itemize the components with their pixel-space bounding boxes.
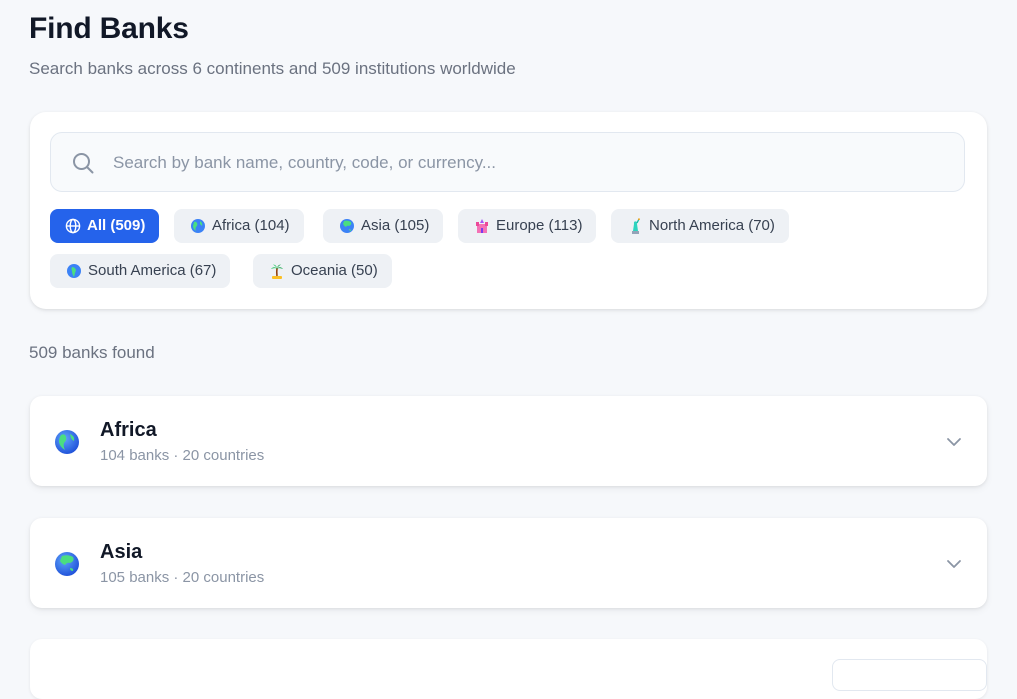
chevron-down-icon[interactable] bbox=[945, 555, 963, 573]
filter-chip-label: Europe (113) bbox=[496, 217, 583, 234]
filter-chip-africa[interactable]: Africa (104) bbox=[174, 209, 304, 243]
filter-chip-label: All (509) bbox=[87, 217, 146, 234]
globe-icon bbox=[55, 430, 79, 454]
region-name: Africa bbox=[100, 419, 157, 441]
filter-chip-label: Asia (105) bbox=[361, 217, 430, 234]
filter-chip-label: Africa (104) bbox=[212, 217, 290, 234]
globe-outline-icon bbox=[65, 218, 81, 234]
results-count: 509 banks found bbox=[29, 343, 155, 362]
page-title: Find Banks bbox=[29, 12, 189, 45]
chevron-down-icon[interactable] bbox=[945, 433, 963, 451]
region-meta: 105 banks · 20 countries bbox=[100, 569, 265, 586]
region-name: Asia bbox=[100, 541, 143, 563]
filter-chip-all[interactable]: All (509) bbox=[50, 209, 160, 243]
filter-chip-asia[interactable]: Asia (105) bbox=[323, 209, 444, 243]
filter-chip-europe[interactable]: Europe (113) bbox=[458, 209, 597, 243]
search-box[interactable] bbox=[50, 132, 965, 193]
region-meta: 104 banks · 20 countries bbox=[100, 447, 265, 464]
filter-chip-south-america[interactable]: South America (67) bbox=[50, 254, 231, 288]
filter-chip-north-america[interactable]: North America (70) bbox=[611, 209, 789, 243]
card-action-button[interactable] bbox=[832, 659, 987, 691]
page-subtitle: Search banks across 6 continents and 509… bbox=[29, 59, 516, 78]
region-card-partial[interactable] bbox=[30, 639, 987, 699]
filter-chip-label: North America (70) bbox=[649, 217, 775, 234]
palm-tree-icon bbox=[271, 264, 283, 279]
globe-icon bbox=[340, 219, 354, 233]
region-card-asia[interactable]: Asia 105 banks · 20 countries bbox=[30, 518, 987, 608]
search-icon bbox=[73, 153, 94, 174]
search-input[interactable] bbox=[111, 133, 955, 193]
region-card-africa[interactable]: Africa 104 banks · 20 countries bbox=[30, 396, 987, 486]
globe-icon bbox=[67, 264, 81, 278]
globe-icon bbox=[191, 219, 205, 233]
filter-chip-label: South America (67) bbox=[88, 262, 217, 279]
search-card: All (509) Africa (104) Asia (105) Europe… bbox=[30, 112, 987, 309]
globe-icon bbox=[55, 552, 79, 576]
filter-chip-oceania[interactable]: Oceania (50) bbox=[253, 254, 392, 288]
filter-chip-label: Oceania (50) bbox=[291, 262, 378, 279]
castle-icon bbox=[476, 219, 488, 233]
statue-of-liberty-icon bbox=[632, 218, 640, 234]
